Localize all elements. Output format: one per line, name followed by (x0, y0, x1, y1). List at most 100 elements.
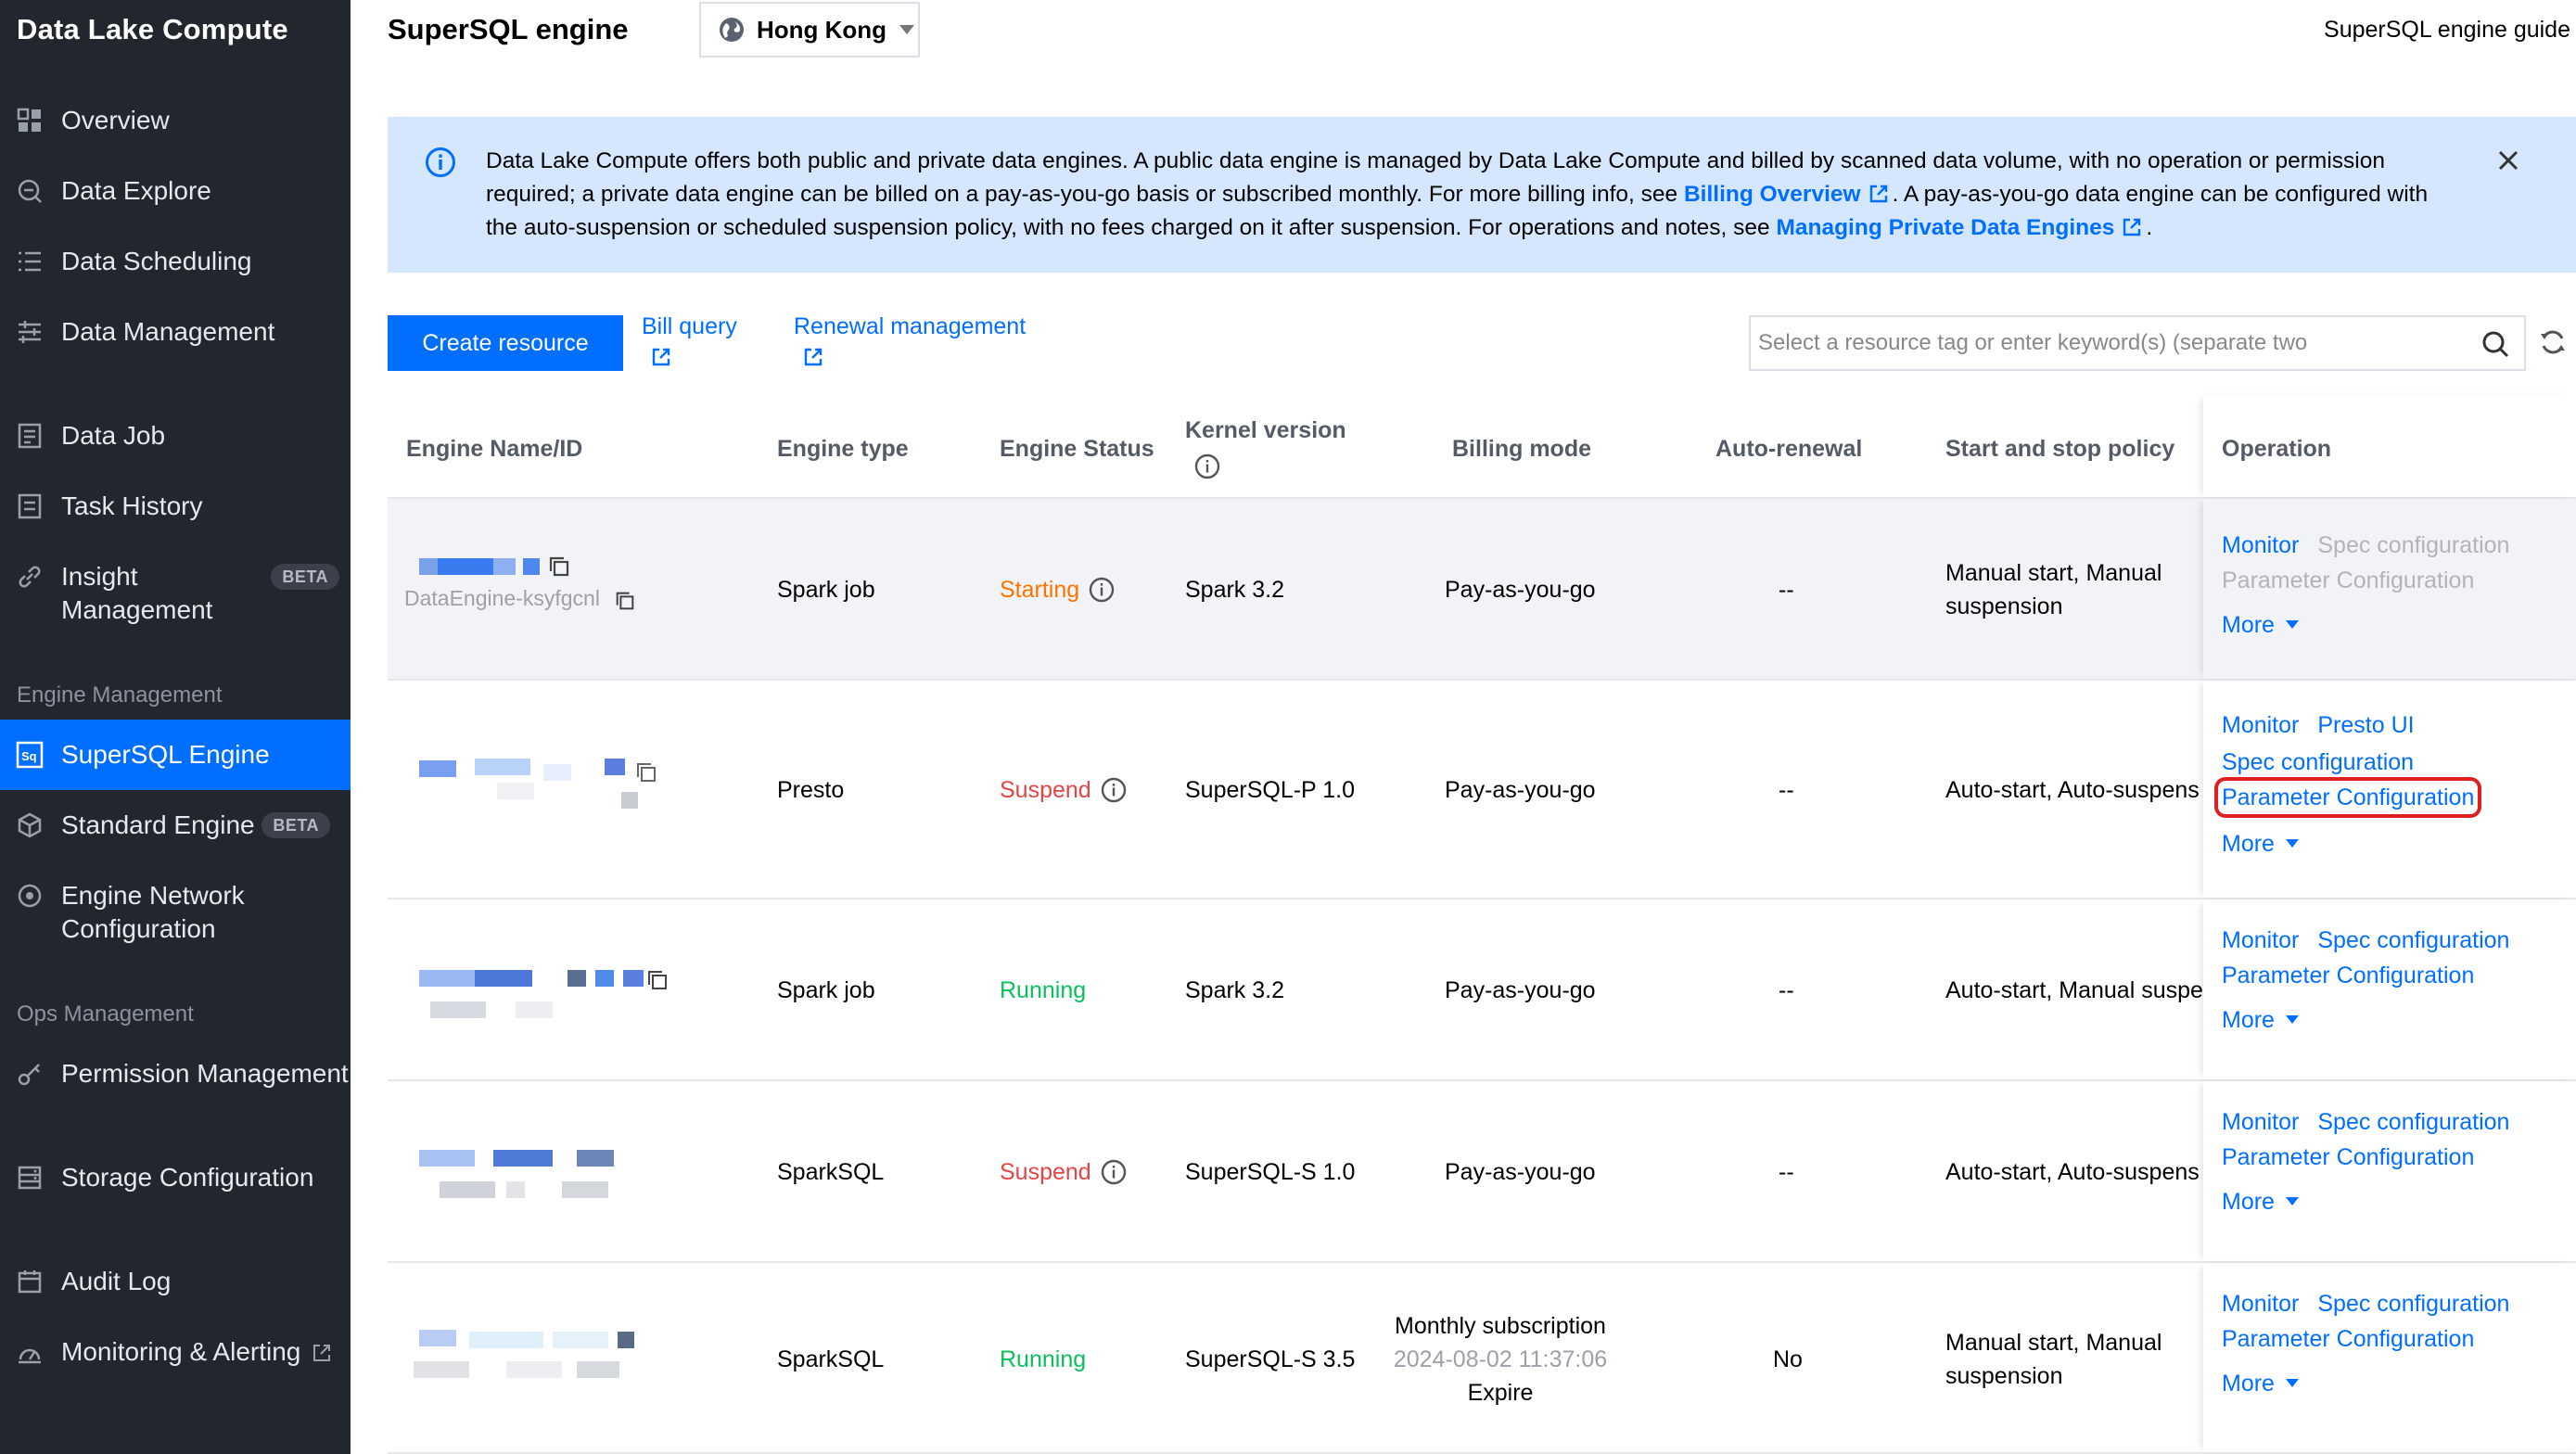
more-dropdown[interactable]: More (2222, 1367, 2299, 1400)
redaction (605, 759, 625, 775)
section-ops-management: Ops Management (17, 1001, 194, 1027)
engine-status: Suspend (1000, 1155, 1127, 1189)
info-circle-icon[interactable] (1089, 577, 1115, 603)
caret-down-icon (2285, 1379, 2299, 1387)
sidebar-item-task-history[interactable]: Task History (0, 490, 351, 523)
parameter-configuration-disabled: Parameter Configuration (2222, 568, 2475, 593)
search-icon[interactable] (2480, 328, 2511, 360)
more-dropdown[interactable]: More (2222, 608, 2299, 642)
sidebar-item-permission-management[interactable]: Permission Management (0, 1057, 351, 1090)
engine-name-redacted (404, 755, 656, 820)
more-dropdown[interactable]: More (2222, 1185, 2299, 1218)
create-resource-button[interactable]: Create resource (388, 315, 623, 371)
copy-icon[interactable] (634, 760, 658, 784)
refresh-icon[interactable] (2537, 326, 2569, 358)
redaction (577, 1150, 614, 1167)
op-line: Parameter Configuration (2222, 959, 2493, 992)
th-billing-mode: Billing mode (1452, 436, 1591, 462)
copy-icon[interactable] (614, 590, 636, 612)
presto-ui-link[interactable]: Presto UI (2317, 712, 2414, 738)
search-input[interactable]: Select a resource tag or enter keyword(s… (1749, 315, 2526, 371)
start-stop-policy: Auto-start, Manual suspe (1945, 977, 2203, 1003)
region-select[interactable]: Hong Kong (699, 2, 920, 57)
beta-badge: BETA (271, 564, 339, 590)
info-circle-icon[interactable] (1194, 453, 1220, 479)
engine-name-cell (404, 966, 667, 1022)
op-line: Spec configuration (2222, 746, 2432, 779)
explore-icon (15, 176, 45, 206)
sidebar-item-engine-network-configuration[interactable]: Engine Network Configuration (0, 879, 351, 946)
sidebar-item-data-explore[interactable]: Data Explore (0, 174, 351, 208)
sidebar-item-supersql-engine[interactable]: Sq SuperSQL Engine (0, 720, 351, 790)
sidebar-item-label: Task History (61, 491, 203, 520)
op-line: Parameter Configuration (2222, 564, 2474, 597)
copy-icon[interactable] (645, 968, 670, 992)
sidebar-item-data-scheduling[interactable]: Data Scheduling (0, 245, 351, 278)
more-dropdown[interactable]: More (2222, 827, 2299, 861)
sidebar-item-monitoring-alerting[interactable]: Monitoring & Alerting (0, 1335, 351, 1369)
info-circle-icon[interactable] (1101, 777, 1127, 803)
sidebar-item-data-job[interactable]: Data Job (0, 419, 351, 453)
engine-name-redacted (404, 1146, 645, 1202)
billing-overview-link[interactable]: Billing Overview (1684, 182, 1861, 207)
info-circle-icon[interactable] (1101, 1159, 1127, 1185)
monitor-link[interactable]: Monitor (2222, 1291, 2299, 1317)
sidebar-item-audit-log[interactable]: Audit Log (0, 1265, 351, 1298)
spec-configuration-link[interactable]: Spec configuration (2222, 749, 2414, 775)
table-row[interactable]: Presto Suspend SuperSQL-P 1.0 Pay-as-you… (388, 681, 2576, 899)
parameter-configuration-link[interactable]: Parameter Configuration (2222, 963, 2474, 988)
managing-engines-link[interactable]: Managing Private Data Engines (1776, 215, 2114, 240)
kernel-version: Spark 3.2 (1185, 577, 1285, 603)
table-header: Engine Name/ID Engine type Engine Status… (388, 395, 2576, 499)
op-line: Monitor Spec configuration (2222, 1287, 2528, 1320)
sidebar-item-data-management[interactable]: Data Management (0, 315, 351, 349)
cube-icon (15, 810, 45, 840)
billing-mode: Pay-as-you-go (1445, 777, 1596, 803)
sidebar-item-overview[interactable]: Overview (0, 104, 351, 137)
op-line: Monitor Spec configuration (2222, 924, 2528, 957)
redaction (475, 970, 532, 987)
policy-line: Manual start, Manual (1945, 560, 2162, 586)
sliders-icon (15, 317, 45, 347)
engine-type: Spark job (777, 577, 875, 603)
sidebar-item-insight-management[interactable]: Insight Management BETA (0, 560, 351, 627)
start-stop-policy: Auto-start, Auto-suspens (1945, 777, 2200, 803)
sidebar-item-label: Overview (61, 106, 170, 134)
parameter-configuration-link[interactable]: Parameter Configuration (2213, 777, 2482, 818)
close-icon[interactable] (2494, 147, 2522, 174)
engine-status: Running (1000, 977, 1087, 1003)
spec-configuration-link[interactable]: Spec configuration (2317, 1291, 2509, 1317)
monitor-link[interactable]: Monitor (2222, 712, 2299, 738)
parameter-configuration-link[interactable]: Parameter Configuration (2222, 1326, 2474, 1352)
renewal-management-link[interactable]: Renewal management (794, 312, 1026, 367)
monitor-link[interactable]: Monitor (2222, 1109, 2299, 1135)
bill-query-link[interactable]: Bill query (642, 312, 737, 367)
external-link-icon (804, 348, 823, 366)
brand-title[interactable]: Data Lake Compute (17, 13, 288, 46)
copy-icon[interactable] (547, 555, 571, 579)
engine-name-cell (404, 1324, 645, 1389)
parameter-configuration-link[interactable]: Parameter Configuration (2222, 1144, 2474, 1170)
page-title: SuperSQL engine (388, 13, 629, 45)
sidebar-item-storage-configuration[interactable]: Storage Configuration (0, 1161, 351, 1194)
spec-configuration-disabled: Spec configuration (2317, 532, 2510, 558)
more-dropdown[interactable]: More (2222, 1003, 2299, 1037)
guide-link[interactable]: SuperSQL engine guide (2324, 17, 2570, 44)
table-row[interactable]: DataEngine-ksyfgcnl Spark job Starting S… (388, 499, 2576, 681)
monitor-link[interactable]: Monitor (2222, 532, 2299, 558)
banner-part3: . (2146, 215, 2153, 240)
sidebar-item-label: Data Management (61, 317, 275, 346)
monitor-link[interactable]: Monitor (2222, 927, 2299, 953)
spec-configuration-link[interactable]: Spec configuration (2317, 927, 2509, 953)
spec-configuration-link[interactable]: Spec configuration (2317, 1109, 2509, 1135)
th-engine-type: Engine type (777, 436, 909, 462)
sidebar-item-label: Monitoring & Alerting (61, 1335, 351, 1369)
table-row[interactable]: SparkSQL Suspend SuperSQL-S 1.0 Pay-as-y… (388, 1081, 2576, 1263)
table-row[interactable]: SparkSQL Running SuperSQL-S 3.5 Monthly … (388, 1263, 2576, 1454)
th-operation: Operation (2222, 436, 2332, 462)
sidebar-item-standard-engine[interactable]: Standard Engine BETA (0, 809, 351, 842)
sidebar-item-label: Audit Log (61, 1267, 172, 1295)
more-label: More (2222, 831, 2275, 857)
table-row[interactable]: Spark job Running Spark 3.2 Pay-as-you-g… (388, 899, 2576, 1081)
redaction (567, 970, 586, 987)
